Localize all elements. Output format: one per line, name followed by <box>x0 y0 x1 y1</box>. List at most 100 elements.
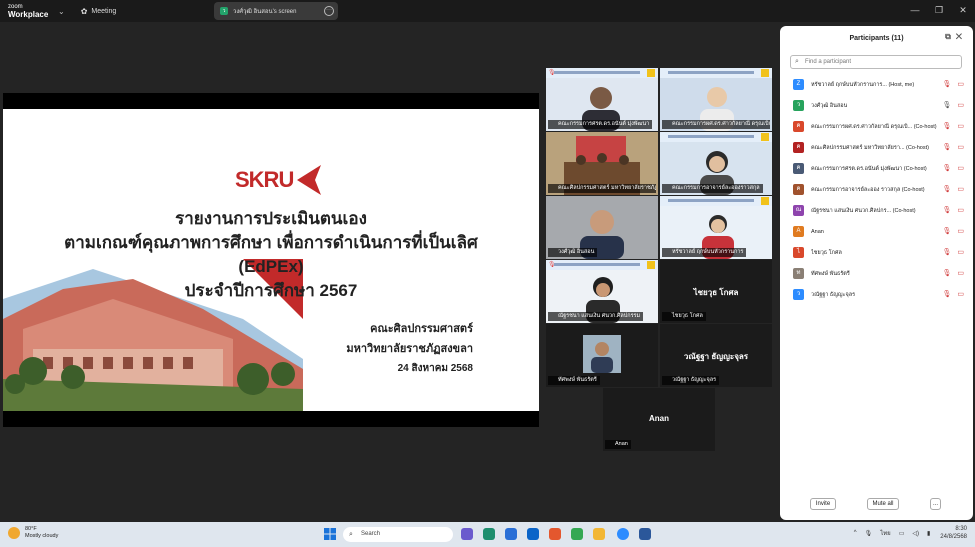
video-off-icon[interactable]: ▭ <box>957 101 964 109</box>
participant-name: ทัศพงษ์ พันธรัตรี <box>811 270 850 277</box>
avatar: ว <box>793 100 804 111</box>
video-tile[interactable]: วงศ์วุฒิ อินสอน <box>546 196 658 259</box>
participant-name: หรัชวาลย์ ฤกษ์บนหัวกรานการ... (Host, me) <box>811 81 915 88</box>
video-tile[interactable]: 🎙 ณัฐรชนา แสนเงิน ศนวก.ศิลปกรรม <box>546 260 658 323</box>
language-indicator[interactable]: ไทย <box>880 528 891 538</box>
video-off-icon[interactable]: ▭ <box>957 290 964 298</box>
video-off-icon[interactable]: ▭ <box>957 227 964 235</box>
participant-row[interactable]: ค คณะกรรมการศรต.ดร.อนันต์ มุ่งพัฒนา (Co-h… <box>780 158 973 179</box>
word-icon[interactable] <box>639 528 651 540</box>
taskbar-search[interactable]: ⌕ Search <box>343 527 453 542</box>
video-tile[interactable]: 🎙 คณะกรรมการศรต.ดร.อนันต์ มุ่งพัฒนา <box>546 68 658 131</box>
video-off-icon[interactable]: ▭ <box>957 80 964 88</box>
store-icon[interactable] <box>505 528 517 540</box>
zoom-app-icon[interactable] <box>617 528 629 540</box>
participant-row[interactable]: Z หรัชวาลย์ ฤกษ์บนหัวกรานการ... (Host, me… <box>780 74 973 95</box>
video-tile-name: วงศ์วุฒิ อินสอน <box>548 248 598 257</box>
avatar: ค <box>793 163 804 174</box>
video-tile[interactable]: หรัชวาลย์ ฤกษ์บนหัวกรานการ <box>660 196 772 259</box>
participant-status: 🎙 ▭ <box>942 227 964 235</box>
video-tile-name: หรัชวาลย์ ฤกษ์บนหัวกรานการ <box>662 248 747 257</box>
avatar: ไ <box>793 247 804 258</box>
participant-row[interactable]: ณ ณัฐรชนา แสนเงิน ศนวก.ศิลปกร... (Co-host… <box>780 200 973 221</box>
restore-icon[interactable]: ❐ <box>927 0 951 22</box>
copilot-icon[interactable] <box>461 528 473 540</box>
video-off-icon[interactable]: ▭ <box>957 185 964 193</box>
video-tile[interactable]: ไชยวุธ โกศล ไชยวุธ โกศล <box>660 260 772 323</box>
edge-icon[interactable] <box>483 528 495 540</box>
minimize-icon[interactable]: — <box>903 0 927 22</box>
video-off-icon[interactable]: ▭ <box>957 164 964 172</box>
participant-row[interactable]: ค คณะกรรมการผศ.ดร.ศาวกัลยาณี ดรุณเบิ... (… <box>780 116 973 137</box>
mail-icon[interactable] <box>527 528 539 540</box>
meeting-label: Meeting <box>91 7 117 15</box>
video-tile-name: ทัศพงษ์ พันธรัตรี <box>548 376 600 385</box>
chrome-icon[interactable] <box>571 528 583 540</box>
video-tile[interactable]: คณะกรรมการผศ.ดร.ศาวกัลยาณี ดรุณเบิกรัฐ <box>660 68 772 131</box>
participant-name: คณะศิลปกรรมศาสตร์ มหาวิทยาลัยรา... (Co-h… <box>811 144 929 151</box>
slide-subtitle: คณะศิลปกรรมศาสตร์ มหาวิทยาลัยราชภัฏสงขลา… <box>346 319 473 379</box>
video-tile[interactable]: ทัศพงษ์ พันธรัตรี <box>546 324 658 387</box>
participant-row[interactable]: ค คณะกรรมการอาจารย์ละออง ราวสกุล (Co-host… <box>780 179 973 200</box>
video-off-icon[interactable]: ▭ <box>957 143 964 151</box>
file-explorer-icon[interactable] <box>593 528 605 540</box>
network-icon[interactable]: ▭ <box>899 530 905 537</box>
video-tile[interactable]: Anan Anan <box>603 388 715 451</box>
chevron-up-icon[interactable]: ^ <box>854 530 857 536</box>
close-icon[interactable]: ✕ <box>951 0 975 22</box>
video-tile[interactable]: คณะศิลปกรรมศาสตร์ มหาวิทยาลัยราชภัฏ... <box>546 132 658 195</box>
meeting-menu[interactable]: ✿ Meeting <box>81 7 117 16</box>
video-tile[interactable]: วณัฐฐา ธัญญะจุลร วณัฐฐา ธัญญะจุลร <box>660 324 772 387</box>
muted-mic-icon[interactable]: 🎙 <box>942 122 951 130</box>
mute-all-button[interactable]: Mute all <box>867 498 899 510</box>
muted-mic-icon[interactable]: 🎙 <box>942 227 951 235</box>
paw-icon: ✿ <box>80 6 88 16</box>
university-name: มหาวิทยาลัยราชภัฏสงขลา <box>346 343 473 355</box>
video-off-icon[interactable]: ▭ <box>957 248 964 256</box>
firefox-icon[interactable] <box>549 528 561 540</box>
video-tile[interactable]: คณะกรรมการอาจารย์ละอองราวสกุล <box>660 132 772 195</box>
more-button[interactable]: ... <box>930 498 941 510</box>
clock[interactable]: 8:30 24/8/2568 <box>940 525 967 541</box>
participant-row[interactable]: ไไชยวุธ โกศล 🎙 ▭ <box>780 242 973 263</box>
slide-date: 24 สิงหาคม 2568 <box>397 363 473 374</box>
close-icon[interactable]: ✕ <box>956 32 967 41</box>
participant-row[interactable]: ว วงศ์วุฒิ อินสอน 🎙 ▭ <box>780 95 973 116</box>
chevron-down-icon[interactable]: ⌄ <box>58 7 65 16</box>
video-off-icon[interactable]: ▭ <box>957 206 964 214</box>
participant-name: Anan <box>811 228 824 235</box>
muted-mic-icon[interactable]: 🎙 <box>942 269 951 277</box>
participant-name: วงศ์วุฒิ อินสอน <box>811 102 848 109</box>
avatar: A <box>793 226 804 237</box>
title-bar: zoom Workplace ⌄ ✿ Meeting ว วงศ์วุฒิ อิ… <box>0 0 975 22</box>
participant-row[interactable]: ววณัฐฐา ธัญญะจุลร 🎙 ▭ <box>780 284 973 305</box>
participant-row[interactable]: A Anan 🎙 ▭ <box>780 221 973 242</box>
video-off-icon[interactable]: ▭ <box>957 269 964 277</box>
avatar: Z <box>793 79 804 90</box>
window-controls: — ❐ ✕ <box>903 0 975 22</box>
muted-mic-icon[interactable]: 🎙 <box>942 290 951 298</box>
muted-mic-icon[interactable]: 🎙 <box>942 185 951 193</box>
muted-mic-icon[interactable]: 🎙 <box>942 206 951 214</box>
avatar: ค <box>793 184 804 195</box>
participant-status: 🎙 ▭ <box>942 269 964 277</box>
mic-icon[interactable]: 🎙 <box>865 530 873 537</box>
weather-widget[interactable]: 80°F Mostly cloudy <box>8 526 58 540</box>
video-off-icon[interactable]: ▭ <box>957 122 964 130</box>
invite-button[interactable]: Invite <box>810 498 836 510</box>
muted-mic-icon[interactable]: 🎙 <box>942 248 951 256</box>
participant-search-input[interactable]: ⌕ Find a participant <box>790 55 962 69</box>
participant-row[interactable]: ททัศพงษ์ พันธรัตรี 🎙 ▭ <box>780 263 973 284</box>
share-screen-tab[interactable]: ว วงศ์วุฒิ อินสอน's screen ··· <box>214 2 338 20</box>
volume-icon[interactable]: ◁) <box>912 530 919 537</box>
participant-row[interactable]: ค คณะศิลปกรรมศาสตร์ มหาวิทยาลัยรา... (Co-… <box>780 137 973 158</box>
more-options-icon[interactable]: ··· <box>324 6 334 16</box>
muted-mic-icon[interactable]: 🎙 <box>942 80 951 88</box>
mic-icon[interactable]: 🎙 <box>942 101 951 109</box>
slide-title: รายงานการประเมินตนเอง ตามเกณฑ์คุณภาพการศ… <box>64 209 478 300</box>
windows-start-icon[interactable] <box>324 528 336 540</box>
muted-mic-icon[interactable]: 🎙 <box>942 143 951 151</box>
muted-mic-icon[interactable]: 🎙 <box>942 164 951 172</box>
battery-icon[interactable]: ▮ <box>927 530 930 537</box>
popout-icon[interactable]: ⧉ <box>945 32 956 41</box>
